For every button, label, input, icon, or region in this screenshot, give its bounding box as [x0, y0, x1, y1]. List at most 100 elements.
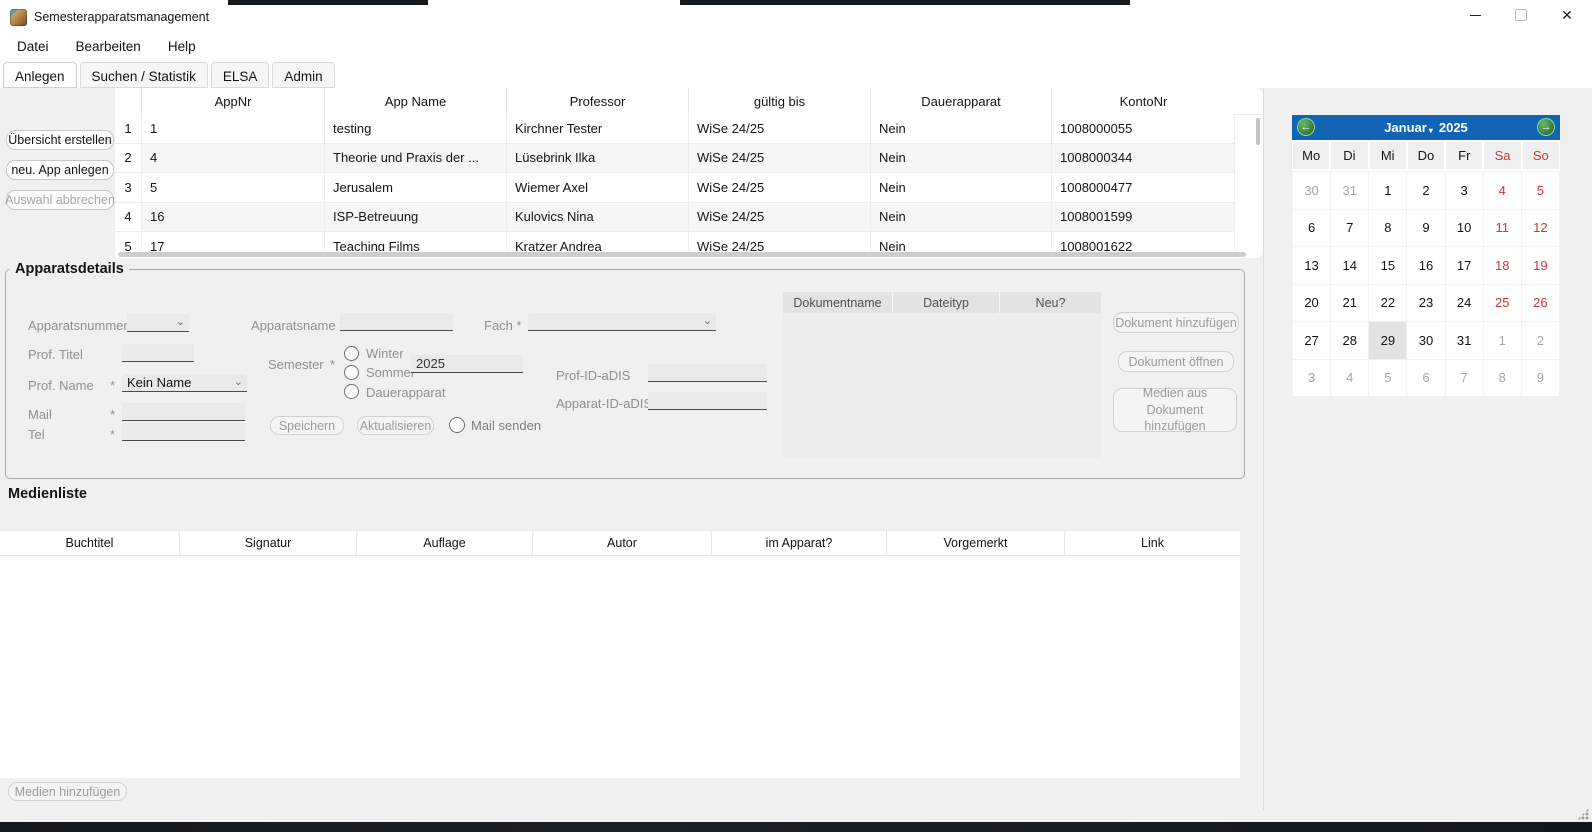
dokument-hinzufuegen-button[interactable]: Dokument hinzufügen: [1113, 312, 1239, 333]
calendar-day[interactable]: 30: [1293, 172, 1331, 210]
table-cell[interactable]: testing: [325, 114, 507, 144]
table-cell[interactable]: 17: [142, 232, 325, 251]
menu-help[interactable]: Help: [166, 34, 198, 59]
media-column-header[interactable]: Buchtitel: [0, 531, 180, 555]
column-header[interactable]: AppNr: [142, 88, 325, 114]
table-cell[interactable]: 1008000344: [1052, 144, 1235, 174]
media-column-header[interactable]: im Apparat?: [712, 531, 887, 555]
column-header[interactable]: gültig bis: [689, 88, 871, 114]
table-cell[interactable]: Kirchner Tester: [507, 114, 689, 144]
dokument-oeffnen-button[interactable]: Dokument öffnen: [1118, 351, 1234, 372]
table-cell[interactable]: 1008000055: [1052, 114, 1235, 144]
calendar-day[interactable]: 13: [1293, 247, 1331, 285]
table-cell[interactable]: ISP-Betreuung: [325, 203, 507, 233]
calendar-day[interactable]: 4: [1331, 360, 1369, 398]
tab-anlegen[interactable]: Anlegen: [3, 62, 77, 88]
calendar-day[interactable]: 30: [1407, 322, 1445, 360]
media-column-header[interactable]: Auflage: [357, 531, 533, 555]
calendar-day[interactable]: 7: [1446, 360, 1484, 398]
table-cell[interactable]: Theorie und Praxis der ...: [325, 144, 507, 174]
calendar-day[interactable]: 8: [1369, 210, 1407, 248]
calendar-day[interactable]: 11: [1484, 210, 1522, 248]
calendar-day[interactable]: 25: [1484, 285, 1522, 323]
table-cell[interactable]: 1008001599: [1052, 203, 1235, 233]
calendar-day[interactable]: 12: [1522, 210, 1560, 248]
calendar-day[interactable]: 3: [1293, 360, 1331, 398]
menu-bearbeiten[interactable]: Bearbeiten: [74, 34, 143, 59]
calendar-day[interactable]: 4: [1484, 172, 1522, 210]
calendar-day[interactable]: 23: [1407, 285, 1445, 323]
table-cell[interactable]: Wiemer Axel: [507, 173, 689, 203]
table-cell[interactable]: 5: [142, 173, 325, 203]
prof-id-adis-field[interactable]: [648, 364, 767, 382]
table-row[interactable]: 35JerusalemWiemer AxelWiSe 24/25Nein1008…: [115, 173, 1263, 203]
minimize-button[interactable]: [1452, 0, 1498, 30]
auswahl-abbrechen-button[interactable]: Auswahl abbrechen: [6, 190, 114, 210]
close-button[interactable]: ✕: [1544, 0, 1590, 30]
mail-field[interactable]: [122, 403, 245, 421]
mail-senden-checkbox[interactable]: [449, 417, 465, 433]
prof-name-combobox[interactable]: Kein Name⌄: [122, 374, 247, 392]
table-cell[interactable]: Teaching Films: [325, 232, 507, 251]
table-cell[interactable]: Nein: [871, 173, 1052, 203]
neue-app-anlegen-button[interactable]: neu. App anlegen: [6, 160, 114, 180]
calendar-day[interactable]: 6: [1407, 360, 1445, 398]
table-cell[interactable]: WiSe 24/25: [689, 144, 871, 174]
calendar-day[interactable]: 20: [1293, 285, 1331, 323]
dauerapparat-radio[interactable]: [344, 384, 359, 399]
media-column-header[interactable]: Signatur: [180, 531, 357, 555]
winter-radio[interactable]: [344, 346, 359, 361]
calendar-day[interactable]: 15: [1369, 247, 1407, 285]
table-cell[interactable]: 4: [142, 144, 325, 174]
calendar-month[interactable]: Januar: [1384, 120, 1427, 135]
uebersicht-erstellen-button[interactable]: Übersicht erstellen: [6, 130, 114, 150]
table-cell[interactable]: 1: [142, 114, 325, 144]
table-cell[interactable]: 16: [142, 203, 325, 233]
apparat-id-adis-field[interactable]: [648, 392, 767, 410]
column-header[interactable]: Professor: [507, 88, 689, 114]
tab-elsa[interactable]: ELSA: [211, 62, 270, 88]
calendar-day[interactable]: 26: [1522, 285, 1560, 323]
table-cell[interactable]: WiSe 24/25: [689, 232, 871, 251]
media-column-header[interactable]: Vorgemerkt: [887, 531, 1065, 555]
calendar-day[interactable]: 3: [1446, 172, 1484, 210]
sommer-radio[interactable]: [344, 365, 359, 380]
calendar-day[interactable]: 5: [1522, 172, 1560, 210]
calendar-day[interactable]: 1: [1484, 322, 1522, 360]
table-cell[interactable]: 1008001622: [1052, 232, 1235, 251]
column-header[interactable]: KontoNr: [1052, 88, 1235, 114]
table-cell[interactable]: Kratzer Andrea: [507, 232, 689, 251]
table-cell[interactable]: Nein: [871, 232, 1052, 251]
table-row[interactable]: 517Teaching FilmsKratzer AndreaWiSe 24/2…: [115, 232, 1263, 251]
calendar-day[interactable]: 22: [1369, 285, 1407, 323]
horizontal-scrollbar[interactable]: [118, 252, 1246, 257]
calendar-day[interactable]: 17: [1446, 247, 1484, 285]
tab-admin[interactable]: Admin: [272, 62, 334, 88]
calendar-day[interactable]: 29: [1369, 322, 1407, 360]
table-cell[interactable]: Nein: [871, 144, 1052, 174]
calendar-day[interactable]: 9: [1522, 360, 1560, 398]
table-cell[interactable]: WiSe 24/25: [689, 173, 871, 203]
calendar-day[interactable]: 16: [1407, 247, 1445, 285]
medien-hinzufuegen-button[interactable]: Medien hinzufügen: [8, 782, 127, 801]
aktualisieren-button[interactable]: Aktualisieren: [357, 416, 434, 435]
calendar-day[interactable]: 9: [1407, 210, 1445, 248]
tel-field[interactable]: [122, 423, 245, 441]
table-cell[interactable]: Nein: [871, 203, 1052, 233]
calendar-day[interactable]: 19: [1522, 247, 1560, 285]
calendar-day[interactable]: 27: [1293, 322, 1331, 360]
calendar-day[interactable]: 21: [1331, 285, 1369, 323]
calendar-day[interactable]: 28: [1331, 322, 1369, 360]
prof-titel-field[interactable]: [122, 344, 194, 362]
table-cell[interactable]: Kulovics Nina: [507, 203, 689, 233]
media-column-header[interactable]: Autor: [533, 531, 712, 555]
table-cell[interactable]: Lüsebrink Ilka: [507, 144, 689, 174]
menu-datei[interactable]: Datei: [15, 34, 51, 59]
next-month-button[interactable]: →: [1537, 118, 1555, 136]
speichern-button[interactable]: Speichern: [270, 416, 344, 435]
table-row[interactable]: 416ISP-BetreuungKulovics NinaWiSe 24/25N…: [115, 203, 1263, 233]
table-cell[interactable]: Jerusalem: [325, 173, 507, 203]
column-header[interactable]: Dauerapparat: [871, 88, 1052, 114]
medien-aus-dokument-button[interactable]: Medien aus Dokument hinzufügen: [1113, 388, 1237, 432]
calendar-year[interactable]: 2025: [1439, 120, 1468, 135]
